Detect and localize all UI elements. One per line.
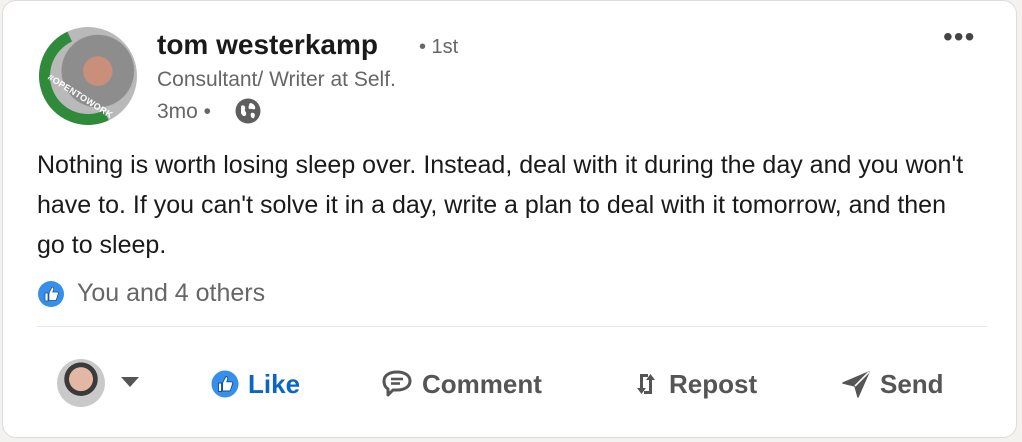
- actions-divider: [37, 326, 987, 327]
- action-bar: Like Comment Repost Send: [3, 353, 1018, 415]
- comment-label: Comment: [422, 368, 542, 399]
- repost-label: Repost: [669, 368, 758, 399]
- send-label: Send: [880, 368, 944, 399]
- repost-icon: [637, 374, 655, 394]
- reaction-identity-avatar[interactable]: [57, 359, 105, 407]
- like-label: Like: [248, 368, 301, 399]
- like-reaction-icon: [38, 280, 64, 307]
- more-options-icon[interactable]: •••: [943, 21, 975, 53]
- author-headline: Consultant/ Writer at Self.: [157, 68, 396, 91]
- author-avatar[interactable]: #OPENTOWORK: [39, 27, 137, 125]
- post-card: #OPENTOWORK tom westerkamp • 1st Consult…: [2, 0, 1017, 438]
- chevron-down-icon[interactable]: [121, 377, 139, 387]
- comment-icon: [382, 370, 412, 397]
- reactions-summary[interactable]: You and 4 others: [37, 279, 265, 308]
- globe-icon: [235, 98, 261, 124]
- connection-degree: • 1st: [419, 36, 459, 58]
- thumbs-up-icon: [211, 370, 239, 398]
- reactions-count-text: You and 4 others: [77, 279, 266, 307]
- post-time: 3mo •: [157, 100, 212, 123]
- post-body: Nothing is worth losing sleep over. Inst…: [37, 151, 964, 259]
- repost-button[interactable]: Repost: [631, 361, 757, 407]
- send-button[interactable]: Send: [840, 361, 944, 407]
- like-button[interactable]: Like: [210, 361, 300, 407]
- author-name[interactable]: tom westerkamp: [157, 29, 378, 61]
- comment-button[interactable]: Comment: [380, 361, 542, 407]
- send-icon: [842, 371, 870, 398]
